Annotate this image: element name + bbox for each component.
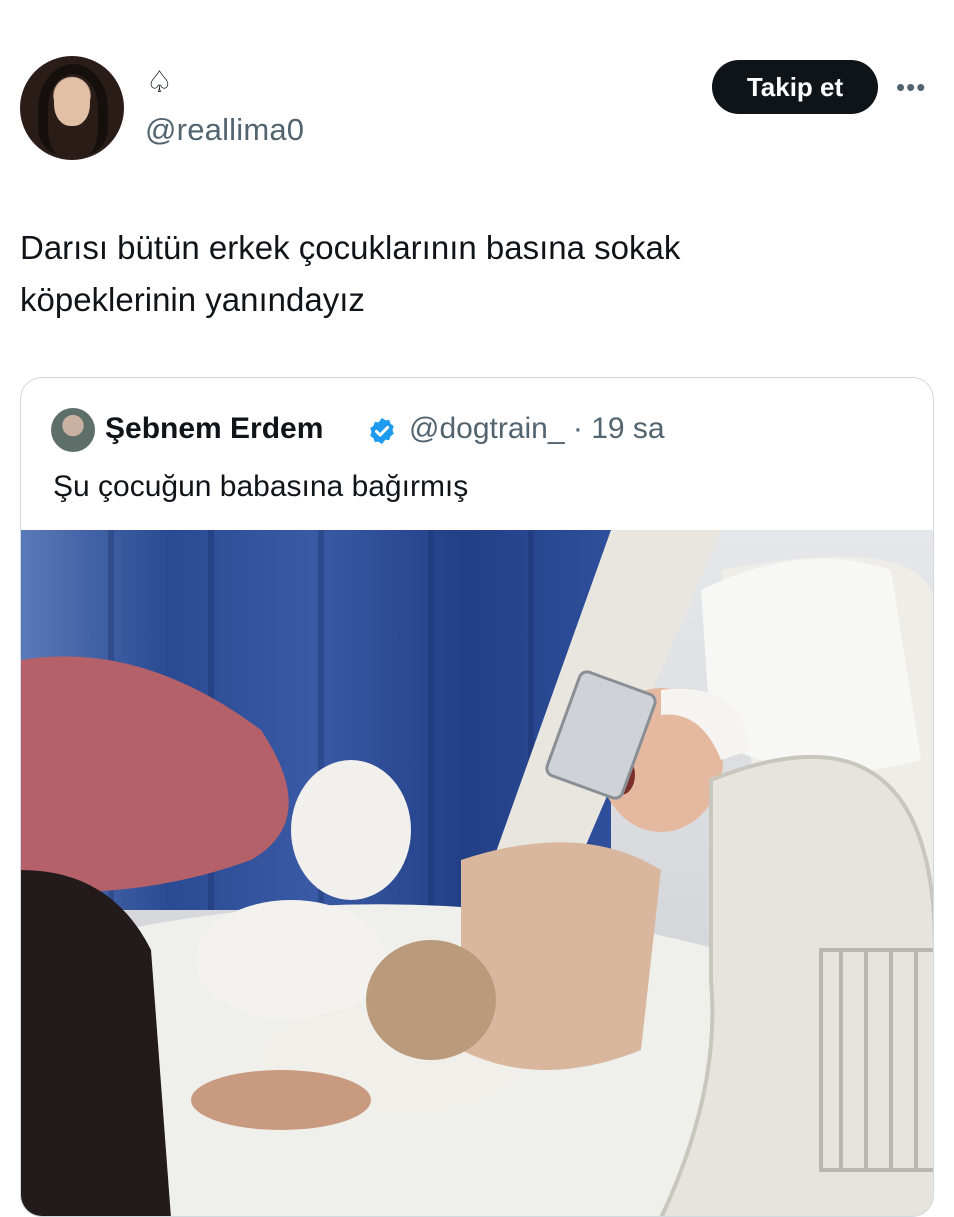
quoted-tweet-card[interactable]: Şebnem Erdem @dogtrain_ · 19 sa Şu çocuğ… <box>20 377 934 1217</box>
quoted-handle-time[interactable]: @dogtrain_ · 19 sa <box>409 412 665 446</box>
quoted-author-name[interactable]: Şebnem Erdem <box>105 412 323 446</box>
verified-badge-icon <box>370 417 394 445</box>
follow-button[interactable]: Takip et <box>712 60 878 114</box>
tweet-text-line: Darısı bütün erkek çocuklarının basına s… <box>20 229 681 266</box>
tweet-text: Darısı bütün erkek çocuklarının basına s… <box>20 222 920 326</box>
tweet-text-line: köpeklerinin yanındayız <box>20 281 365 318</box>
author-display-name[interactable]: ♤ <box>146 68 173 98</box>
author-avatar[interactable] <box>20 56 124 160</box>
more-options-icon[interactable]: ••• <box>896 72 926 103</box>
photo-illustration <box>21 530 933 1216</box>
quoted-author-avatar[interactable] <box>51 408 95 452</box>
author-handle[interactable]: @reallima0 <box>145 112 304 148</box>
quoted-media-photo[interactable] <box>21 530 933 1216</box>
quoted-tweet-text: Şu çocuğun babasına bağırmış <box>53 470 469 503</box>
